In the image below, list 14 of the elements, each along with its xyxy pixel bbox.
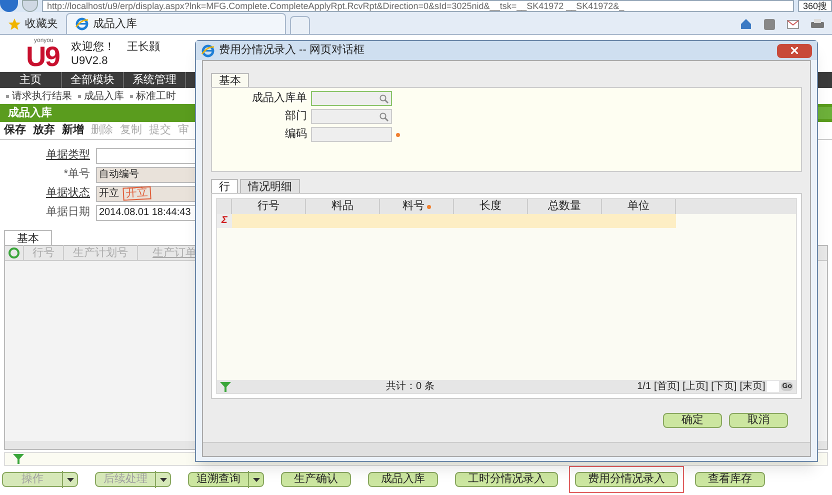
user-name: 王长颢 [127, 40, 160, 54]
total-count: 共计：0 条 [386, 380, 434, 394]
page-position: 1/1 [637, 380, 652, 394]
field-label: 编码 [284, 127, 307, 142]
dialog-title: 费用分情况录入 -- 网页对话框 [219, 43, 366, 58]
version-text: U9V2.8 [71, 54, 109, 68]
field-label: 单据日期 [45, 205, 90, 220]
sum-icon: Σ [222, 216, 228, 226]
page-title: 成品入库 [7, 106, 53, 121]
field-label: *单号 [62, 167, 90, 182]
welcome-text: 欢迎您！ [71, 40, 115, 54]
field-label: 部门 [284, 108, 307, 124]
logo: U9 [26, 44, 59, 70]
field-label: 成品入库单 [252, 90, 307, 106]
